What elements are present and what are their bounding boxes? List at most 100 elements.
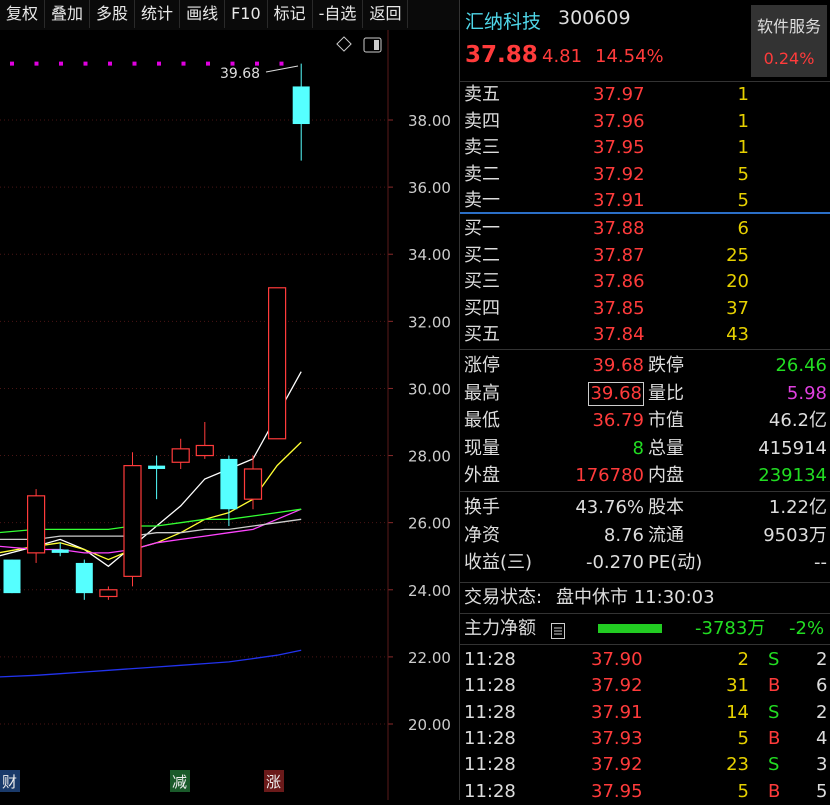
buy-order-row[interactable]: 买二 37.87 25 bbox=[460, 243, 830, 269]
candle-body[interactable] bbox=[123, 465, 142, 577]
y-tick-label: 34.00 bbox=[408, 246, 451, 264]
tick-row[interactable]: 11:28 37.93 5 B 4 bbox=[460, 726, 830, 752]
sell-order-row[interactable]: 卖四 37.96 1 bbox=[460, 109, 830, 135]
toolbar-button-restore-rights[interactable]: 复权 bbox=[0, 0, 46, 28]
trade-status-value: 盘中休市 11:30:03 bbox=[556, 587, 715, 608]
buy-order-row[interactable]: 买四 37.85 37 bbox=[460, 296, 830, 322]
tick-row[interactable]: 11:28 37.91 14 S 2 bbox=[460, 700, 830, 726]
event-marker-label: 财 bbox=[2, 773, 17, 791]
stock-name[interactable]: 汇纳科技 bbox=[465, 7, 541, 34]
stat-value: 36.79 bbox=[592, 410, 644, 431]
tick-side: B bbox=[768, 727, 781, 749]
sell-order-volume: 1 bbox=[737, 137, 749, 158]
diamond-icon[interactable] bbox=[336, 36, 352, 52]
list-icon[interactable] bbox=[551, 621, 565, 639]
candle-body[interactable] bbox=[292, 86, 310, 125]
trade-status-row: 交易状态: 盘中休市 11:30:03 bbox=[460, 585, 830, 611]
stat-row: 外盘 176780 内盘 239134 bbox=[460, 463, 830, 489]
candle-body[interactable] bbox=[195, 444, 214, 457]
stat-value: 415914 bbox=[758, 437, 827, 459]
stat-row: 涨停 39.68 跌停 26.46 bbox=[460, 353, 830, 379]
event-marker-label: 减 bbox=[172, 773, 187, 791]
buy-order-level-label: 买三 bbox=[464, 271, 500, 292]
net-flow-label: 主力净额 bbox=[464, 618, 536, 639]
kline-chart[interactable]: 38.00 36.00 34.00 32.00 30.00 28.00 26.00 24.00… bbox=[0, 30, 459, 800]
tick-row[interactable]: 11:28 37.92 31 B 6 bbox=[460, 673, 830, 699]
toolbar-button-overlay[interactable]: 叠加 bbox=[45, 0, 91, 28]
tick-row[interactable]: 11:28 37.92 23 S 3 bbox=[460, 752, 830, 778]
stat-label: 内盘 bbox=[648, 465, 684, 486]
sell-order-level-label: 卖三 bbox=[464, 137, 500, 158]
stat-value: 39.68 bbox=[588, 381, 644, 406]
sell-order-row[interactable]: 卖二 37.92 5 bbox=[460, 162, 830, 188]
sector-box[interactable]: 软件服务 0.24% bbox=[751, 5, 827, 77]
toolbar-button-back[interactable]: 返回 bbox=[363, 0, 409, 28]
limit-up-dot bbox=[34, 61, 39, 66]
tick-time: 11:28 bbox=[464, 780, 516, 802]
candle-body[interactable] bbox=[27, 495, 46, 554]
tick-price: 37.90 bbox=[591, 649, 643, 670]
stat-value: -- bbox=[814, 552, 827, 573]
buy-order-volume: 37 bbox=[726, 297, 749, 319]
buy-order-volume: 43 bbox=[726, 324, 749, 345]
candle-body[interactable] bbox=[268, 287, 287, 440]
toolbar-button-multi-stock[interactable]: 多股 bbox=[90, 0, 136, 28]
buy-order-row[interactable]: 买一 37.88 6 bbox=[460, 216, 830, 242]
kline-chart-svg[interactable]: 38.00 36.00 34.00 32.00 30.00 28.00 26.00 24.00… bbox=[0, 30, 459, 800]
stat-label: 量比 bbox=[648, 382, 684, 404]
stat-value: 8.76 bbox=[603, 524, 644, 546]
y-tick-label: 36.00 bbox=[408, 179, 451, 197]
buy-order-level-label: 买一 bbox=[464, 218, 500, 239]
sell-order-row[interactable]: 卖一 37.91 5 bbox=[460, 188, 830, 214]
sell-order-price: 37.92 bbox=[593, 163, 645, 185]
sell-order-price: 37.97 bbox=[593, 84, 645, 105]
stat-label: 收益(三) bbox=[464, 552, 533, 573]
stat-label: 外盘 bbox=[464, 465, 500, 486]
y-tick-label: 30.00 bbox=[408, 380, 451, 398]
buy-order-row[interactable]: 买五 37.84 43 bbox=[460, 322, 830, 348]
candle-body[interactable] bbox=[99, 589, 118, 598]
stat-row: 最高 39.68 量比 5.98 bbox=[460, 381, 830, 407]
current-price: 37.88 bbox=[465, 42, 538, 68]
toolbar-button-statistics[interactable]: 统计 bbox=[135, 0, 181, 28]
toolbar-button-remove-watchlist[interactable]: -自选 bbox=[313, 0, 364, 28]
stat-label: 净资 bbox=[464, 524, 500, 546]
sell-order-row[interactable]: 卖五 37.97 1 bbox=[460, 82, 830, 108]
candle-body[interactable] bbox=[51, 549, 69, 553]
buy-order-price: 37.85 bbox=[593, 297, 645, 319]
stat-label: 流通 bbox=[648, 524, 684, 546]
limit-up-dot bbox=[108, 61, 112, 66]
sell-order-volume: 1 bbox=[737, 110, 749, 132]
tick-side: S bbox=[768, 754, 780, 776]
limit-up-dot bbox=[83, 61, 88, 66]
tick-row[interactable]: 11:28 37.95 5 B 5 bbox=[460, 779, 830, 805]
limit-up-dot bbox=[157, 61, 161, 66]
candle-body[interactable] bbox=[3, 559, 21, 594]
panel-toggle-icon[interactable] bbox=[363, 37, 382, 53]
y-tick-label: 28.00 bbox=[408, 448, 451, 466]
candle-body[interactable] bbox=[171, 448, 190, 463]
net-flow-pct: -2% bbox=[789, 618, 825, 639]
stat-label: 最高 bbox=[464, 382, 500, 404]
stat-value: 46.2亿 bbox=[768, 410, 827, 431]
tick-volume: 23 bbox=[726, 754, 749, 776]
net-flow-row[interactable]: 主力净额 -3783万 -2% bbox=[460, 616, 830, 642]
toolbar-button-f10[interactable]: F10 bbox=[225, 0, 268, 28]
tick-row[interactable]: 11:28 37.90 2 S 2 bbox=[460, 647, 830, 673]
tick-count: 3 bbox=[816, 754, 828, 776]
candle-body[interactable] bbox=[148, 465, 166, 469]
buy-order-volume: 25 bbox=[726, 244, 749, 266]
toolbar-button-mark[interactable]: 标记 bbox=[268, 0, 313, 28]
toolbar-button-draw-line[interactable]: 画线 bbox=[180, 0, 226, 28]
chart-toolbar: 复权 叠加 多股 统计 画线 F10 标记 -自选 返回 bbox=[0, 0, 459, 30]
candle-body[interactable] bbox=[75, 562, 93, 594]
stat-value: 8 bbox=[632, 437, 644, 459]
buy-order-row[interactable]: 买三 37.86 20 bbox=[460, 269, 830, 295]
tick-count: 2 bbox=[816, 701, 828, 723]
sell-order-level-label: 卖四 bbox=[464, 110, 500, 132]
candle-body[interactable] bbox=[220, 458, 238, 510]
sell-order-row[interactable]: 卖三 37.95 1 bbox=[460, 135, 830, 161]
stat-label: 市值 bbox=[648, 410, 684, 431]
tick-time: 11:28 bbox=[464, 701, 516, 723]
candle-body[interactable] bbox=[243, 468, 263, 500]
